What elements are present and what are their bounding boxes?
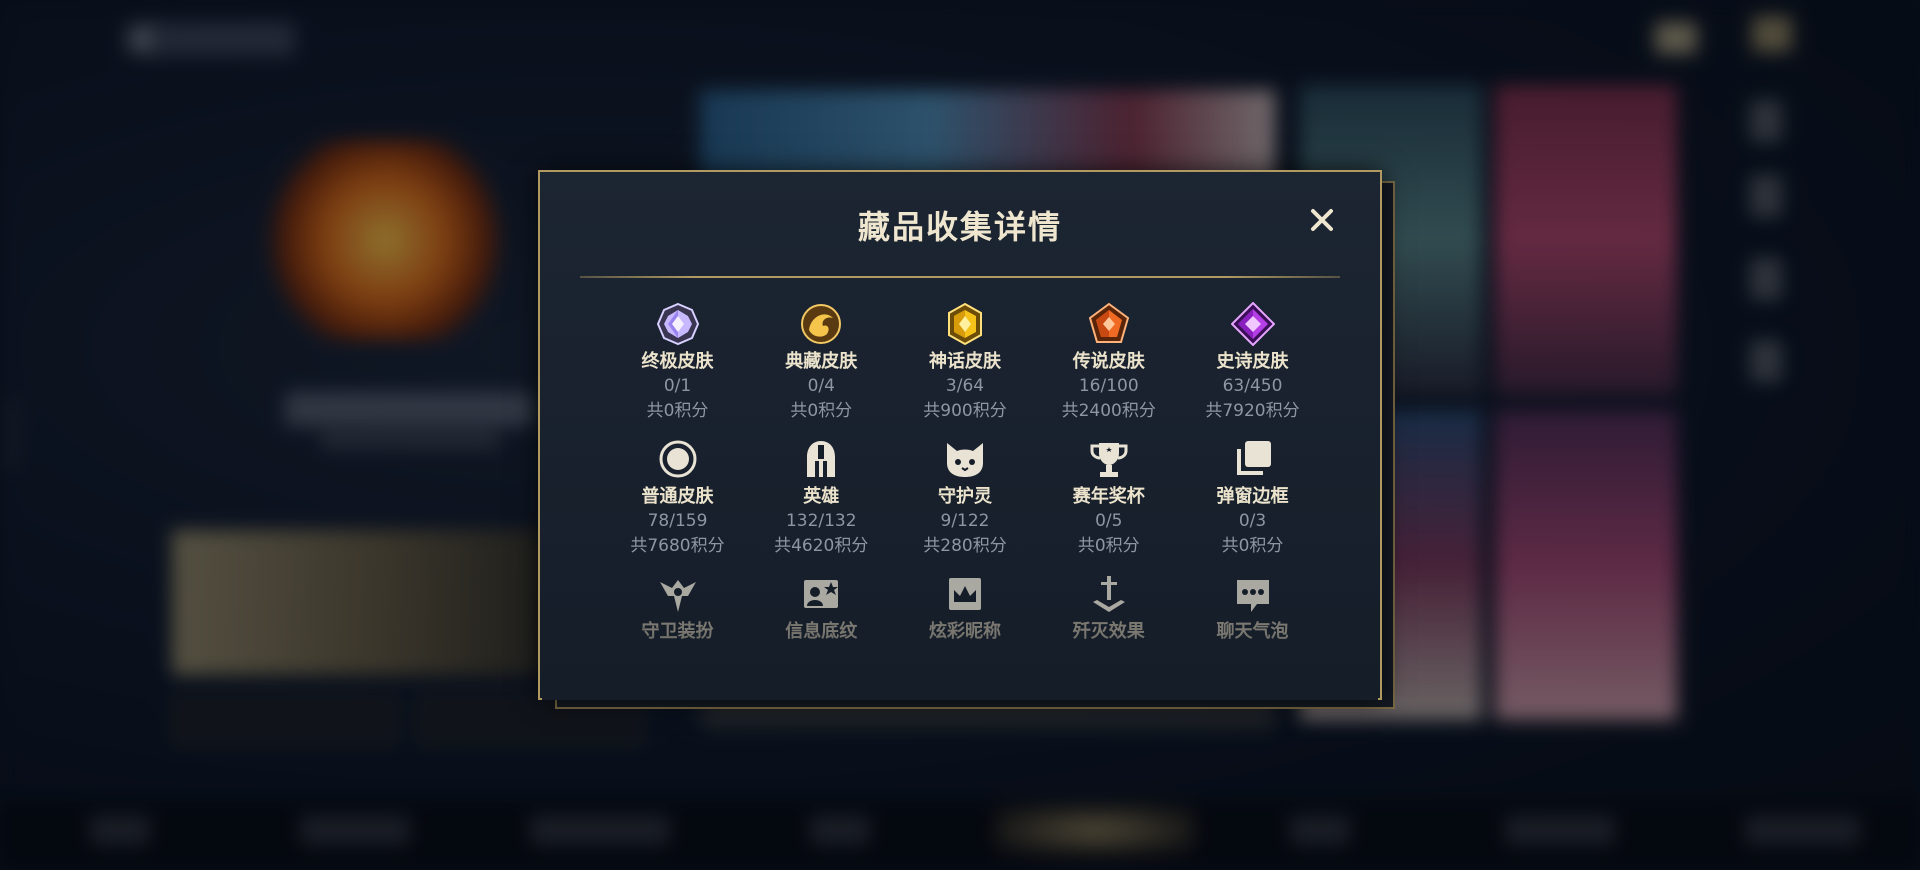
ultimate-skin-gem-icon (656, 302, 699, 346)
collection-item-ward-skin[interactable]: 守卫装扮 (610, 572, 745, 652)
collection-item-popup-frame[interactable]: 弹窗边框 0/3 共0积分 (1185, 437, 1320, 572)
collection-points: 共0积分 (1221, 536, 1284, 556)
collection-label: 神话皮肤 (929, 351, 1001, 372)
elimination-effect-icon (1092, 576, 1125, 612)
close-button[interactable] (1302, 200, 1342, 240)
chat-bubble-icon (1236, 580, 1269, 612)
modal-title: 藏品收集详情 (857, 208, 1062, 246)
collection-label: 终极皮肤 (641, 351, 714, 372)
colorful-nickname-icon (949, 578, 981, 610)
collection-item-legendary-skin[interactable]: 传说皮肤 16/100 共2400积分 (1041, 302, 1176, 437)
collection-label: 弹窗边框 (1216, 486, 1289, 507)
collection-points: 共0积分 (790, 401, 853, 421)
normal-skin-circle-icon (659, 440, 696, 478)
epic-skin-gem-icon (1230, 302, 1275, 346)
season-trophy-icon (1090, 443, 1128, 477)
collection-label: 守护灵 (938, 486, 992, 507)
mythic-skin-gem-icon (948, 302, 982, 346)
collection-item-season-trophy[interactable]: 赛年奖杯 0/5 共0积分 (1041, 437, 1176, 572)
collection-count: 16/100 (1078, 376, 1139, 396)
collection-label: 典藏皮肤 (785, 351, 858, 372)
collection-count: 0/3 (1238, 511, 1267, 531)
collection-item-epic-skin[interactable]: 史诗皮肤 63/450 共7920积分 (1185, 302, 1320, 437)
collection-item-chat-bubble[interactable]: 聊天气泡 (1185, 572, 1320, 652)
collection-count: 0/5 (1095, 511, 1123, 531)
collection-points: 共7680积分 (630, 536, 725, 556)
collection-item-elimination-effect[interactable]: 歼灭效果 (1041, 572, 1176, 652)
prestige-skin-dragon-icon (801, 304, 842, 344)
collection-item-info-card[interactable]: 信息底纹 (754, 572, 889, 652)
collection-count: 78/159 (647, 511, 708, 531)
collection-count: 63/450 (1222, 376, 1283, 396)
collection-points: 共4620积分 (774, 536, 869, 556)
collection-label: 普通皮肤 (641, 486, 714, 507)
collection-count: 9/122 (940, 511, 990, 531)
info-card-icon (804, 580, 839, 608)
collection-points: 共280积分 (923, 536, 1007, 556)
collection-item-colorful-nickname[interactable]: 炫彩昵称 (898, 572, 1033, 652)
collection-count: 3/64 (945, 376, 985, 396)
collection-label: 聊天气泡 (1216, 621, 1289, 642)
collection-label: 信息底纹 (785, 621, 858, 642)
collection-count: 0/1 (663, 376, 692, 396)
collection-label: 守卫装扮 (641, 621, 714, 642)
collection-points: 共0积分 (646, 401, 709, 421)
collection-item-normal-skin[interactable]: 普通皮肤 78/159 共7680积分 (610, 437, 745, 572)
collection-item-mythic-skin[interactable]: 神话皮肤 3/64 共900积分 (898, 302, 1033, 437)
popup-frame-icon (1236, 441, 1271, 475)
collection-label: 史诗皮肤 (1216, 351, 1289, 372)
collection-points: 共2400积分 (1061, 401, 1156, 421)
collection-points: 共7920积分 (1205, 401, 1300, 421)
collection-count: 132/132 (785, 511, 857, 531)
close-icon (1311, 209, 1333, 231)
collection-grid: 终极皮肤 0/1 共0积分 典藏皮肤 0/4 共0积分 神话皮肤 3/64 共9… (610, 302, 1320, 652)
collection-details-modal: 藏品收集详情 终极皮肤 0/1 共0积分 典藏皮肤 0/4 共0积分 神话皮肤 … (538, 170, 1382, 700)
collection-item-champion[interactable]: 英雄 132/132 共4620积分 (754, 437, 889, 572)
collection-label: 英雄 (803, 486, 840, 507)
collection-points: 共0积分 (1077, 536, 1140, 556)
collection-label: 炫彩昵称 (929, 621, 1001, 642)
collection-item-ultimate-skin[interactable]: 终极皮肤 0/1 共0积分 (610, 302, 745, 437)
collection-label: 赛年奖杯 (1072, 486, 1145, 507)
legendary-skin-gem-icon (1088, 302, 1129, 343)
collection-label: 传说皮肤 (1072, 351, 1145, 372)
champion-helmet-icon (807, 441, 836, 477)
title-divider (580, 276, 1340, 278)
collection-points: 共900积分 (923, 401, 1007, 421)
collection-label: 歼灭效果 (1072, 621, 1145, 642)
collection-count: 0/4 (807, 376, 835, 396)
guardian-pet-icon (947, 443, 983, 477)
collection-item-guardian[interactable]: 守护灵 9/122 共280积分 (898, 437, 1033, 572)
collection-item-prestige-skin[interactable]: 典藏皮肤 0/4 共0积分 (754, 302, 889, 437)
ward-skin-icon (659, 580, 696, 612)
